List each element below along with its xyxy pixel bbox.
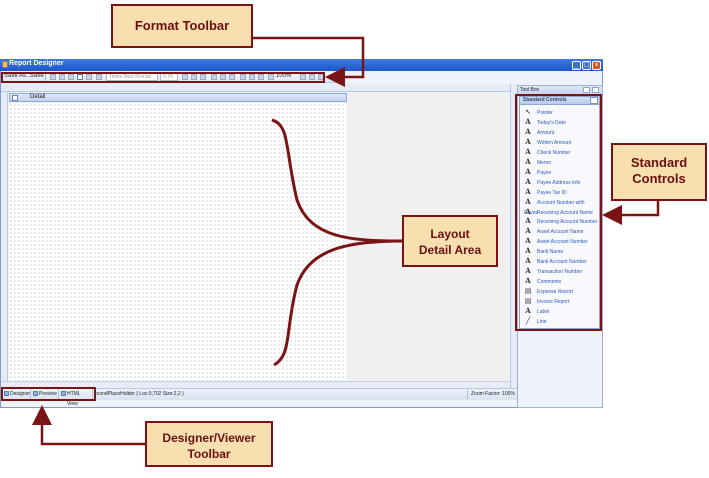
format-toolbar-connector [253, 36, 365, 87]
callout-connectors [32, 36, 660, 446]
standard-controls-connector [602, 201, 660, 225]
layout-lower-curve [273, 239, 403, 367]
designer-viewer-connector [32, 405, 145, 446]
layout-upper-curve [271, 118, 403, 243]
